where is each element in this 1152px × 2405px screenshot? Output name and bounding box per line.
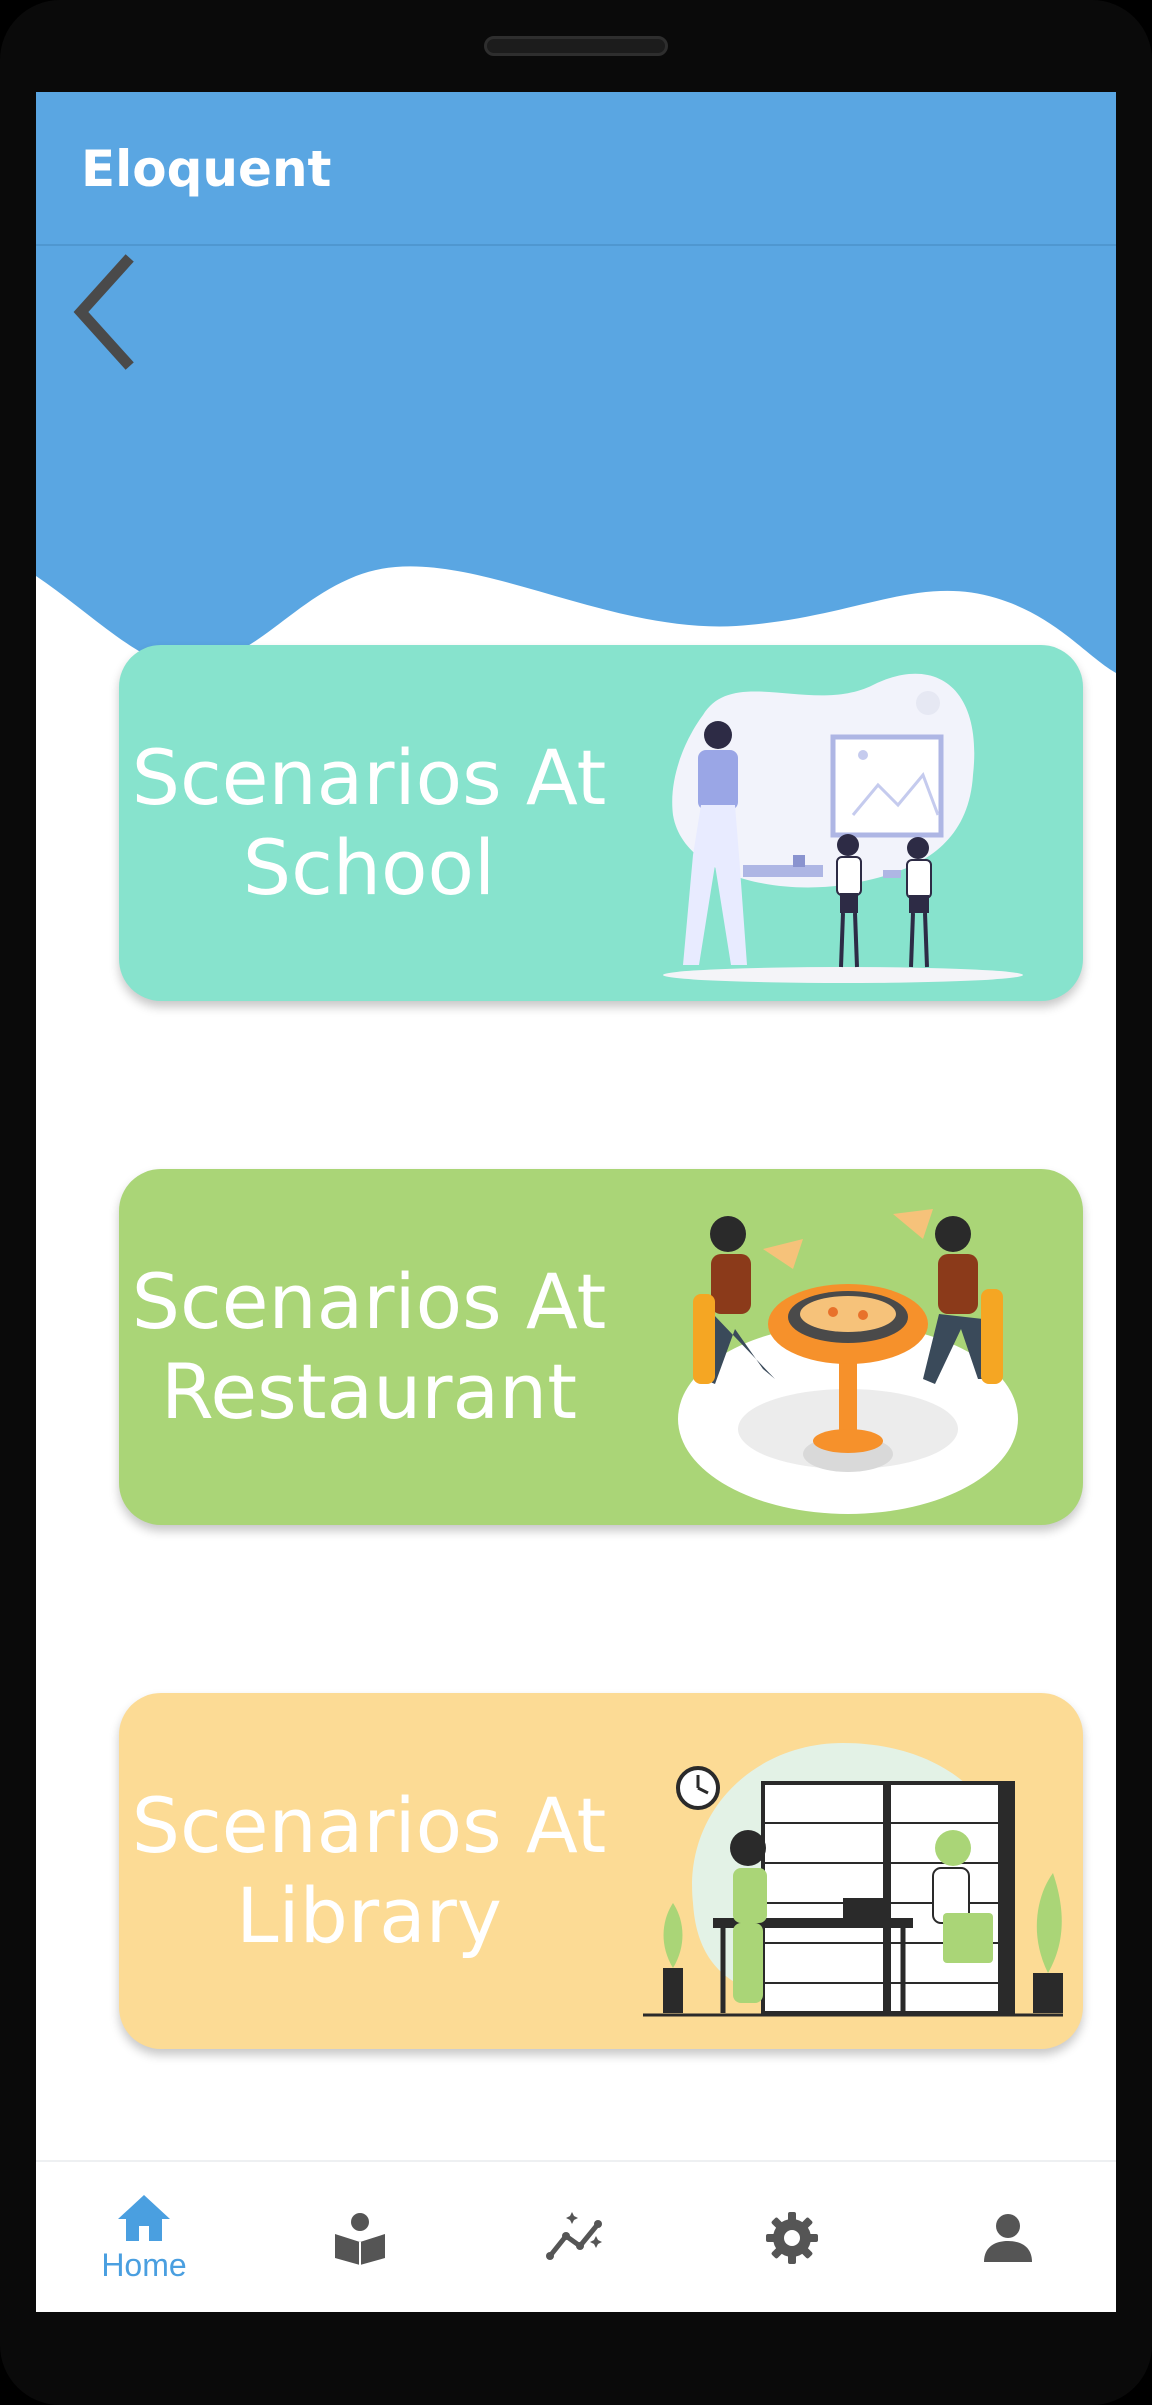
nav-item-learn[interactable]: [252, 2162, 468, 2312]
app-title: Eloquent: [81, 140, 332, 198]
progress-chart-icon: [546, 2212, 602, 2260]
book-reader-icon: [335, 2213, 385, 2265]
person-icon: [984, 2214, 1032, 2262]
nav-item-settings[interactable]: [684, 2162, 900, 2312]
card-title: Scenarios At School: [131, 733, 607, 912]
app-bar: Eloquent: [36, 92, 1116, 246]
gear-icon: [766, 2212, 818, 2264]
card-title: Scenarios At Library: [131, 1781, 607, 1960]
app-screen: Eloquent Scenarios At School Scenarios A…: [36, 92, 1116, 2312]
chevron-left-icon: [73, 254, 134, 370]
nav-label-home: Home: [101, 2246, 187, 2283]
card-title: Scenarios At Restaurant: [131, 1257, 607, 1436]
scenario-card-restaurant[interactable]: Scenarios At Restaurant: [119, 1169, 1083, 1525]
classroom-illustration: [663, 673, 1023, 983]
header-wave: [36, 246, 1116, 673]
home-icon: [118, 2194, 170, 2241]
speaker-grille: [484, 36, 668, 56]
back-button[interactable]: [66, 252, 156, 372]
phone-frame: Eloquent Scenarios At School Scenarios A…: [0, 0, 1152, 2405]
nav-item-home[interactable]: Home: [36, 2162, 252, 2312]
scenario-card-library[interactable]: Scenarios At Library: [119, 1693, 1083, 2049]
bottom-navigation: Home: [36, 2160, 1116, 2312]
nav-item-progress[interactable]: [468, 2162, 684, 2312]
dining-illustration: [678, 1209, 1018, 1514]
nav-item-profile[interactable]: [900, 2162, 1116, 2312]
library-illustration: [643, 1743, 1063, 2017]
scenario-card-school[interactable]: Scenarios At School: [119, 645, 1083, 1001]
